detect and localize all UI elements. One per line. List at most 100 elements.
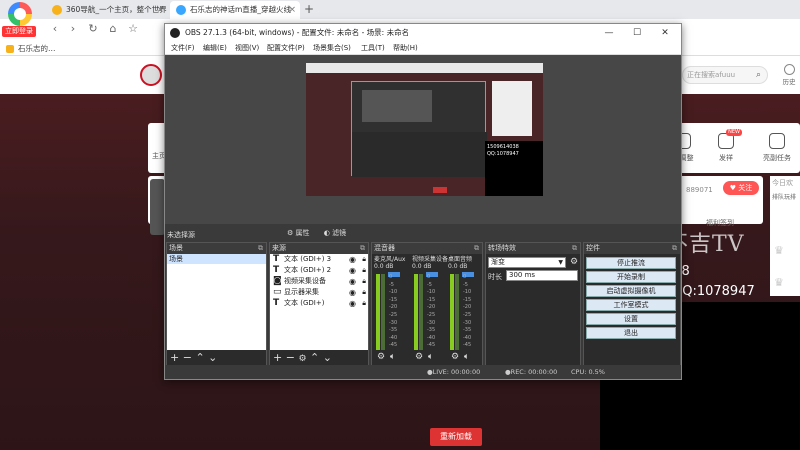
visibility-eye-icon[interactable]: ◉ bbox=[349, 287, 356, 298]
transitions-dock: 转场特效 ⧉ 渐变 ▼ ⚙ 时长 300 ms bbox=[485, 242, 581, 367]
close-button[interactable]: ✕ bbox=[651, 24, 679, 42]
history-button[interactable]: 历史 bbox=[778, 64, 800, 86]
exit-button[interactable]: 退出 bbox=[586, 327, 676, 339]
menu-tools[interactable]: 工具(T) bbox=[361, 42, 385, 55]
browser-tab-stream[interactable]: 石乐志的神话m直播_穿越火线 × bbox=[170, 1, 300, 19]
minimize-button[interactable]: — bbox=[595, 24, 623, 42]
mixer-channel-video: 视频采集设备 0.0 dB 0 -5 -10 -15 -20 -25 -30 -35 -40 -4… bbox=[412, 256, 449, 362]
bookmark-item[interactable]: 石乐志的… bbox=[6, 42, 56, 55]
site-logo-icon[interactable] bbox=[140, 64, 162, 86]
lock-icon[interactable]: 🔒︎ bbox=[362, 276, 366, 287]
lock-icon[interactable]: 🔒︎ bbox=[362, 265, 366, 276]
home-button[interactable]: ⌂ bbox=[106, 22, 120, 36]
volume-scale: 0 -5 -10 -15 -20 -25 -30 -35 -40 -45 bbox=[427, 274, 436, 349]
remove-source-button[interactable]: − bbox=[286, 351, 295, 364]
visibility-eye-icon[interactable]: ◉ bbox=[349, 276, 356, 287]
remove-scene-button[interactable]: − bbox=[183, 351, 192, 364]
speaker-icon[interactable]: 🔈︎ bbox=[464, 352, 469, 362]
filters-button[interactable]: ◐ 滤镜 bbox=[324, 229, 352, 237]
obs-preview-area[interactable]: 1509614038 QQ:1078947 bbox=[165, 55, 681, 224]
clock-icon bbox=[783, 64, 795, 75]
scene-item[interactable]: 场景 bbox=[167, 254, 266, 264]
undock-icon[interactable]: ⧉ bbox=[258, 243, 263, 254]
gear-icon[interactable]: ⚙ bbox=[377, 352, 385, 362]
volume-meter bbox=[455, 274, 459, 350]
preview-nested-obs bbox=[351, 81, 487, 177]
avatar[interactable] bbox=[150, 179, 165, 235]
gear-icon[interactable]: ⚙ bbox=[451, 352, 459, 362]
properties-button[interactable]: ⚙ 属性 bbox=[287, 229, 316, 237]
obs-window: OBS 27.1.3 (64-bit, windows) - 配置文件: 未命名… bbox=[164, 23, 682, 380]
visibility-eye-icon[interactable]: ◉ bbox=[349, 254, 356, 265]
back-button[interactable]: ‹ bbox=[48, 22, 62, 36]
lock-icon[interactable]: 🔒︎ bbox=[362, 287, 366, 298]
chevron-down-icon: ▼ bbox=[558, 259, 563, 266]
undock-icon[interactable]: ⧉ bbox=[672, 243, 677, 254]
source-settings-icon[interactable]: ⚙ bbox=[298, 354, 306, 364]
lock-icon[interactable]: 🔒︎ bbox=[362, 298, 366, 309]
undock-icon[interactable]: ⧉ bbox=[474, 243, 479, 254]
stream-overlay-qq: QQ:1078947 bbox=[672, 284, 755, 299]
speaker-icon[interactable]: 🔈︎ bbox=[428, 352, 433, 362]
source-item[interactable]: T 文本 (GDI+) ◉ 🔒︎ bbox=[270, 298, 368, 309]
tab-title: 360导航_一个主页，整个世界 bbox=[66, 5, 167, 14]
tab-favicon-icon bbox=[176, 5, 186, 15]
stop-streaming-button[interactable]: 停止推流 bbox=[586, 257, 676, 269]
speaker-icon[interactable]: 🔈︎ bbox=[390, 352, 395, 362]
studio-mode-button[interactable]: 工作室模式 bbox=[586, 299, 676, 311]
browser-360-logo-icon[interactable] bbox=[8, 2, 32, 26]
menu-edit[interactable]: 编辑(E) bbox=[203, 42, 227, 55]
menu-help[interactable]: 帮助(H) bbox=[393, 42, 418, 55]
menu-scene-collection[interactable]: 场景集合(S) bbox=[313, 42, 351, 55]
settings-button[interactable]: 设置 bbox=[586, 313, 676, 325]
crown-icon: ♛ bbox=[774, 244, 784, 257]
maximize-button[interactable]: ☐ bbox=[623, 24, 651, 42]
undock-icon[interactable]: ⧉ bbox=[572, 243, 577, 254]
controls-dock: 控件 ⧉ 停止推流 开始录制 启动虚拟摄像机 工作室模式 设置 退出 bbox=[583, 242, 681, 367]
close-tab-icon[interactable]: × bbox=[288, 1, 296, 19]
bookmark-star-icon[interactable]: ☆ bbox=[126, 22, 140, 36]
task-icon bbox=[769, 133, 785, 149]
new-tab-button[interactable]: + bbox=[304, 1, 314, 17]
add-source-button[interactable]: + bbox=[273, 351, 282, 364]
transition-select[interactable]: 渐变 ▼ bbox=[488, 257, 566, 268]
source-item[interactable]: ▭ 显示器采集 ◉ 🔒︎ bbox=[270, 287, 368, 298]
move-down-icon[interactable]: ⌄ bbox=[323, 351, 332, 364]
visibility-eye-icon[interactable]: ◉ bbox=[349, 265, 356, 276]
follow-button[interactable]: ♥ 关注 bbox=[723, 181, 759, 195]
undock-icon[interactable]: ⧉ bbox=[360, 243, 365, 254]
start-recording-button[interactable]: 开始录制 bbox=[586, 271, 676, 283]
browser-tab-360[interactable]: 360导航_一个主页，整个世界 × bbox=[46, 1, 168, 19]
menu-view[interactable]: 视图(V) bbox=[235, 42, 259, 55]
close-tab-icon[interactable]: × bbox=[156, 1, 164, 19]
preview-white-panel bbox=[492, 81, 532, 136]
move-up-icon[interactable]: ⌃ bbox=[195, 351, 204, 364]
scenes-dock: 场景 ⧉ 场景 + − ⌃ ⌄ bbox=[166, 242, 267, 367]
source-item[interactable]: T 文本 (GDI+) 3 ◉ 🔒︎ bbox=[270, 254, 368, 265]
move-down-icon[interactable]: ⌄ bbox=[208, 351, 217, 364]
preview-canvas[interactable]: 1509614038 QQ:1078947 bbox=[306, 63, 543, 196]
obs-logo-icon bbox=[170, 28, 180, 38]
source-item[interactable]: ◙ 视频采集设备 ◉ 🔒︎ bbox=[270, 276, 368, 287]
forward-button[interactable]: › bbox=[66, 22, 80, 36]
duration-input[interactable]: 300 ms bbox=[506, 270, 578, 281]
gear-icon[interactable]: ⚙ bbox=[415, 352, 423, 362]
virtual-camera-button[interactable]: 启动虚拟摄像机 bbox=[586, 285, 676, 297]
menu-file[interactable]: 文件(F) bbox=[171, 42, 195, 55]
move-up-icon[interactable]: ⌃ bbox=[310, 351, 319, 364]
fans-count: 889071 bbox=[686, 186, 713, 194]
search-icon[interactable]: ⌕ bbox=[756, 67, 761, 83]
nav-item-new[interactable]: NEW 发祥 bbox=[706, 129, 746, 163]
login-button[interactable]: 立即登录 bbox=[2, 26, 36, 37]
lock-icon[interactable]: 🔒︎ bbox=[362, 254, 366, 265]
site-search-input[interactable]: 正在搜索afuuu ⌕ bbox=[682, 66, 768, 84]
transition-gear-icon[interactable]: ⚙ bbox=[570, 257, 578, 267]
menu-profile[interactable]: 配置文件(P) bbox=[267, 42, 305, 55]
nav-item-task[interactable]: 亮副任务 bbox=[757, 133, 797, 163]
source-item[interactable]: T 文本 (GDI+) 2 ◉ 🔒︎ bbox=[270, 265, 368, 276]
add-scene-button[interactable]: + bbox=[170, 351, 179, 364]
no-source-label: 未选择源 bbox=[167, 231, 195, 239]
reload-stream-button[interactable]: 重新加载 bbox=[430, 428, 482, 446]
visibility-eye-icon[interactable]: ◉ bbox=[349, 298, 356, 309]
reload-button[interactable]: ↻ bbox=[86, 22, 100, 36]
